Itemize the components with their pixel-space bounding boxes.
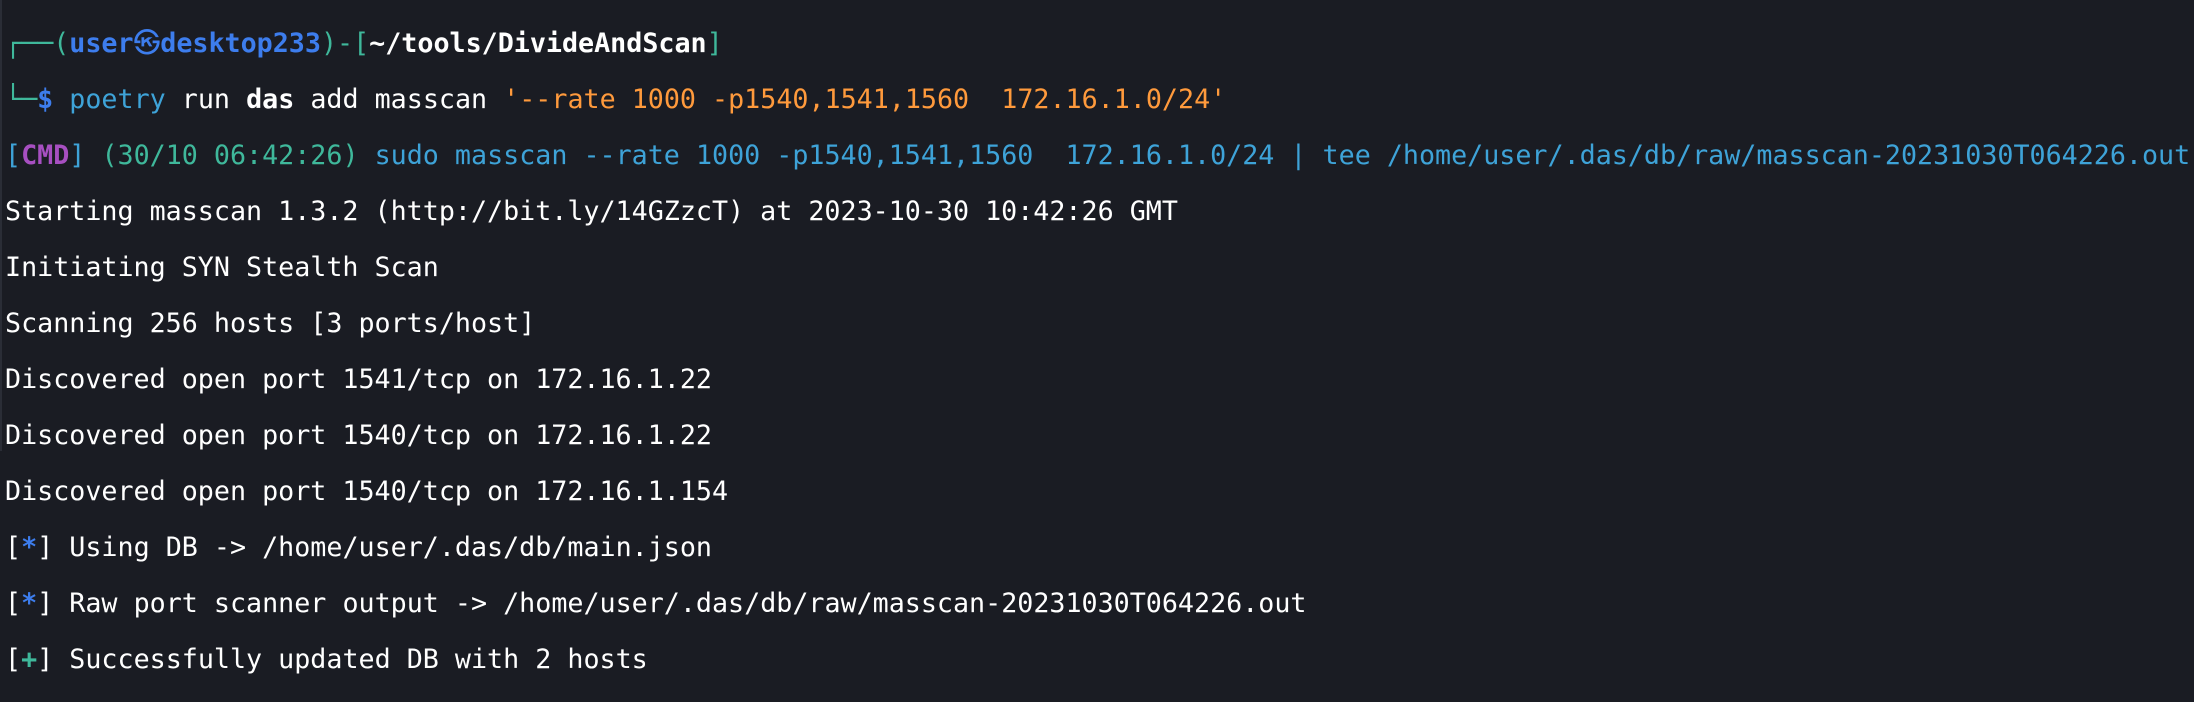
cmd-tag: CMD (21, 140, 70, 171)
status-text: Successfully updated DB with 2 hosts (69, 644, 648, 675)
info-icon: * (21, 588, 38, 619)
command-line: └─$ poetry run das add masscan '--rate 1… (5, 86, 2190, 114)
prompt-paren: ( (53, 28, 70, 59)
output-line: Scanning 256 hosts [3 ports/host] (5, 308, 536, 339)
cmd-command: sudo masscan --rate 1000 -p1540,1541,156… (374, 140, 2191, 171)
prompt-host: desktop233 (160, 28, 321, 59)
prompt-cwd: ~/tools/DivideAndScan (369, 28, 707, 59)
cmd-timestamp: (30/10 06:42:26) (101, 140, 359, 171)
prompt-bracket: [ (353, 28, 370, 59)
info-icon: * (21, 532, 38, 563)
terminal-output[interactable]: ┌──(user㉿desktop233)-[~/tools/DivideAndS… (5, 2, 2190, 702)
skull-icon: ㉿ (133, 28, 161, 59)
success-icon: + (21, 644, 38, 675)
prompt-frame-bottom: └─ (5, 84, 38, 115)
status-line: [+] Successfully updated DB with 2 hosts (5, 644, 648, 675)
prompt-paren: ) (320, 28, 338, 59)
command-string-arg: '--rate 1000 -p1540,1541,1560 172.16.1.0… (503, 84, 1227, 115)
command-arg: add masscan (310, 84, 488, 115)
command-arg: das (246, 84, 295, 115)
status-text: Raw port scanner output -> /home/user/.d… (69, 588, 1307, 619)
output-line: Starting masscan 1.3.2 (http://bit.ly/14… (5, 196, 1178, 227)
output-line: Discovered open port 1540/tcp on 172.16.… (5, 476, 729, 507)
prompt-dash: - (337, 28, 354, 59)
prompt-line: ┌──(user㉿desktop233)-[~/tools/DivideAndS… (5, 30, 2190, 58)
prompt-bracket: ] (706, 28, 723, 59)
output-line: Initiating SYN Stealth Scan (5, 252, 439, 283)
output-line: Discovered open port 1541/tcp on 172.16.… (5, 364, 712, 395)
status-line: [*] Using DB -> /home/user/.das/db/main.… (5, 532, 712, 563)
command-program: poetry (69, 84, 166, 115)
status-line: [*] Raw port scanner output -> /home/use… (5, 588, 1307, 619)
window-edge (0, 0, 2, 451)
cmd-log-line: [CMD] (30/10 06:42:26) sudo masscan --ra… (5, 140, 2191, 171)
prompt-user: user (69, 28, 134, 59)
command-arg: run (181, 84, 230, 115)
prompt-dollar: $ (37, 84, 54, 115)
prompt-frame-top: ┌── (5, 28, 54, 59)
output-line: Discovered open port 1540/tcp on 172.16.… (5, 420, 712, 451)
status-text: Using DB -> /home/user/.das/db/main.json (69, 532, 712, 563)
